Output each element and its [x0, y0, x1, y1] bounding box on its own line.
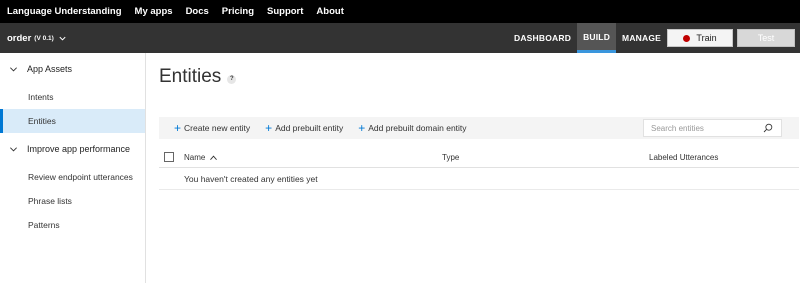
- entities-toolbar: + Create new entity + Add prebuilt entit…: [159, 117, 799, 139]
- app-selector[interactable]: order (V 0.1): [0, 33, 67, 44]
- sidebar-item-label: Review endpoint utterances: [28, 172, 133, 182]
- add-prebuilt-entity-label: Add prebuilt entity: [275, 123, 344, 133]
- sidebar-item-label: Intents: [28, 92, 54, 102]
- sidebar-item-patterns[interactable]: Patterns: [0, 213, 145, 237]
- create-new-entity-label: Create new entity: [184, 123, 251, 133]
- search-input[interactable]: [644, 123, 759, 133]
- create-new-entity-button[interactable]: + Create new entity: [174, 122, 250, 134]
- nav-my-apps[interactable]: My apps: [135, 6, 173, 17]
- train-button-label: Train: [696, 33, 717, 43]
- sidebar-group-improve-app-performance[interactable]: Improve app performance: [0, 133, 145, 165]
- add-prebuilt-domain-entity-label: Add prebuilt domain entity: [368, 123, 467, 133]
- test-button[interactable]: Test: [737, 29, 795, 47]
- chevron-down-icon: [10, 146, 17, 151]
- sidebar-group-app-assets[interactable]: App Assets: [0, 53, 145, 85]
- search-box: [643, 119, 782, 137]
- column-header-name[interactable]: Name: [184, 153, 218, 162]
- help-icon[interactable]: ?: [227, 74, 237, 84]
- plus-icon: +: [358, 121, 366, 135]
- nav-docs[interactable]: Docs: [186, 6, 209, 17]
- train-button[interactable]: Train: [667, 29, 733, 47]
- sidebar-item-entities[interactable]: Entities: [0, 109, 145, 133]
- app-tabs: DASHBOARD BUILD MANAGE: [508, 23, 667, 53]
- train-status-icon: [683, 34, 691, 42]
- add-prebuilt-domain-entity-button[interactable]: + Add prebuilt domain entity: [358, 122, 466, 134]
- sidebar-group-label: App Assets: [27, 64, 73, 74]
- sidebar-item-label: Entities: [28, 116, 56, 126]
- sidebar-item-label: Patterns: [28, 220, 60, 230]
- nav-pricing[interactable]: Pricing: [222, 6, 254, 17]
- chevron-down-icon: [10, 66, 17, 71]
- entities-table-header: Name Type Labeled Utterances: [159, 148, 799, 168]
- nav-home[interactable]: Language Understanding: [7, 6, 122, 17]
- sort-ascending-icon: [210, 155, 218, 160]
- empty-state-row: You haven't created any entities yet: [159, 168, 799, 190]
- app-bar: order (V 0.1) DASHBOARD BUILD MANAGE Tra…: [0, 23, 800, 53]
- empty-state-message: You haven't created any entities yet: [184, 174, 318, 184]
- plus-icon: +: [174, 121, 182, 135]
- tab-dashboard[interactable]: DASHBOARD: [508, 23, 577, 53]
- test-button-label: Test: [757, 33, 775, 43]
- sidebar-item-phrase-lists[interactable]: Phrase lists: [0, 189, 145, 213]
- page-title-text: Entities: [159, 66, 222, 87]
- column-header-label: Type: [442, 153, 460, 162]
- add-prebuilt-entity-button[interactable]: + Add prebuilt entity: [265, 122, 343, 134]
- column-header-type[interactable]: Type: [442, 153, 459, 162]
- column-header-label: Name: [184, 153, 206, 162]
- sidebar-group-label: Improve app performance: [27, 144, 131, 154]
- sidebar: App Assets Intents Entities Improve app …: [0, 53, 146, 283]
- app-version: (V 0.1): [34, 34, 54, 42]
- nav-support[interactable]: Support: [267, 6, 303, 17]
- sidebar-item-label: Phrase lists: [28, 196, 72, 206]
- top-navigation: Language Understanding My apps Docs Pric…: [0, 0, 800, 23]
- chevron-down-icon: [59, 36, 66, 41]
- column-header-labeled-utterances[interactable]: Labeled Utterances: [649, 153, 718, 162]
- plus-icon: +: [265, 121, 273, 135]
- page-title: Entities ?: [159, 66, 237, 88]
- search-icon[interactable]: [763, 123, 773, 133]
- column-header-label: Labeled Utterances: [649, 153, 719, 162]
- nav-about[interactable]: About: [316, 6, 343, 17]
- tab-build[interactable]: BUILD: [577, 23, 617, 53]
- tab-manage[interactable]: MANAGE: [616, 23, 667, 53]
- sidebar-item-review-endpoint-utterances[interactable]: Review endpoint utterances: [0, 165, 145, 189]
- select-all-checkbox[interactable]: [164, 152, 174, 162]
- app-name: order: [7, 32, 32, 44]
- sidebar-item-intents[interactable]: Intents: [0, 85, 145, 109]
